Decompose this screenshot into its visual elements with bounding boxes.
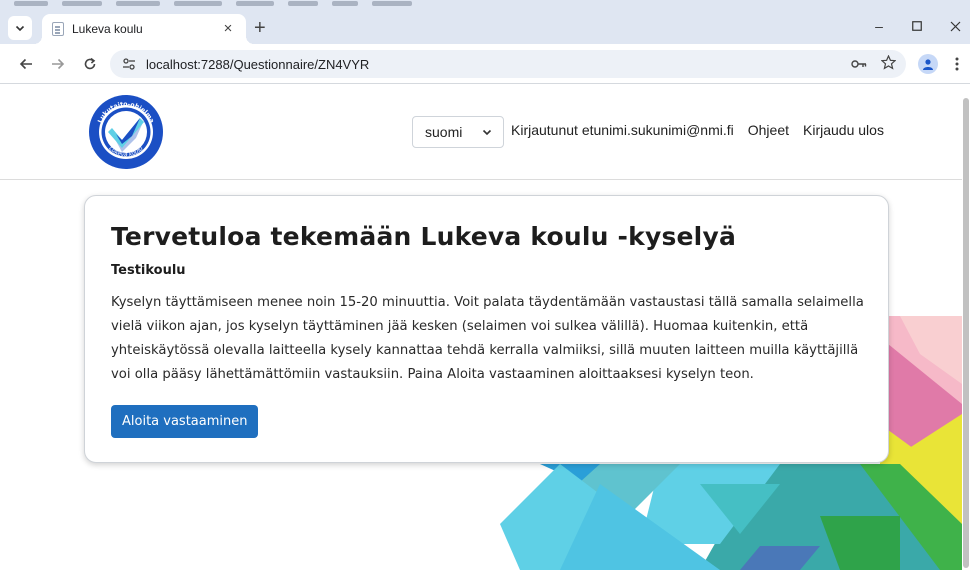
menu-dots-icon xyxy=(955,57,959,71)
maximize-button[interactable] xyxy=(902,14,932,38)
profile-button[interactable] xyxy=(918,54,938,74)
site-header: Lukutaito-ohjelma Lukeva koulu suomi Kir… xyxy=(0,84,962,180)
chevron-down-icon xyxy=(15,25,25,32)
lukeva-koulu-logo[interactable]: Lukutaito-ohjelma Lukeva koulu xyxy=(88,94,164,170)
tab-search-button[interactable] xyxy=(8,16,32,40)
menu-dots-button[interactable] xyxy=(950,54,964,74)
back-icon xyxy=(19,58,32,70)
web-page: Lukutaito-ohjelma Lukeva koulu suomi Kir… xyxy=(0,84,970,570)
scrollbar-thumb[interactable] xyxy=(963,98,969,568)
close-icon xyxy=(950,21,960,31)
help-link[interactable]: Ohjeet xyxy=(748,122,789,138)
start-answering-button[interactable]: Aloita vastaaminen xyxy=(111,405,259,438)
browser-toolbar: localhost:7288/Questionnaire/ZN4VYR xyxy=(0,44,970,84)
tab-close-icon[interactable]: × xyxy=(220,21,236,37)
address-bar[interactable]: localhost:7288/Questionnaire/ZN4VYR xyxy=(110,50,906,78)
os-menu-strip xyxy=(0,0,970,8)
language-select[interactable]: suomi xyxy=(412,116,504,148)
minimize-button[interactable]: – xyxy=(864,14,894,38)
reload-button[interactable] xyxy=(78,52,102,76)
favicon-icon xyxy=(52,22,64,36)
chevron-down-icon xyxy=(482,129,492,136)
browser-chrome: Lukeva koulu × + – localhost:7288/Questi… xyxy=(0,0,970,84)
close-window-button[interactable] xyxy=(940,14,970,38)
page-title: Tervetuloa tekemään Lukeva koulu -kysely… xyxy=(111,222,737,251)
forward-icon xyxy=(52,58,65,70)
url-text: localhost:7288/Questionnaire/ZN4VYR xyxy=(146,56,370,72)
logged-in-user-text: Kirjautunut etunimi.sukunimi@nmi.fi xyxy=(511,122,734,138)
page-scrollbar[interactable] xyxy=(962,84,970,570)
site-info-icon[interactable] xyxy=(120,55,138,73)
welcome-card: Tervetuloa tekemään Lukeva koulu -kysely… xyxy=(84,195,889,463)
back-button[interactable] xyxy=(14,52,38,76)
forward-button[interactable] xyxy=(46,52,70,76)
password-key-icon[interactable] xyxy=(851,56,867,74)
school-name: Testikoulu xyxy=(111,263,186,278)
new-tab-button[interactable]: + xyxy=(254,18,266,38)
tab-title: Lukeva koulu xyxy=(72,22,143,36)
browser-tab-active[interactable]: Lukeva koulu × xyxy=(34,14,254,44)
reload-icon xyxy=(84,57,96,70)
language-select-value: suomi xyxy=(425,124,463,140)
bookmark-star-icon[interactable] xyxy=(880,54,897,75)
intro-text: Kyselyn täyttämiseen menee noin 15-20 mi… xyxy=(111,295,864,382)
header-user-links: Kirjautunut etunimi.sukunimi@nmi.fi Ohje… xyxy=(511,122,884,138)
profile-icon xyxy=(923,59,933,70)
logout-link[interactable]: Kirjaudu ulos xyxy=(803,122,884,138)
maximize-icon xyxy=(912,21,922,31)
